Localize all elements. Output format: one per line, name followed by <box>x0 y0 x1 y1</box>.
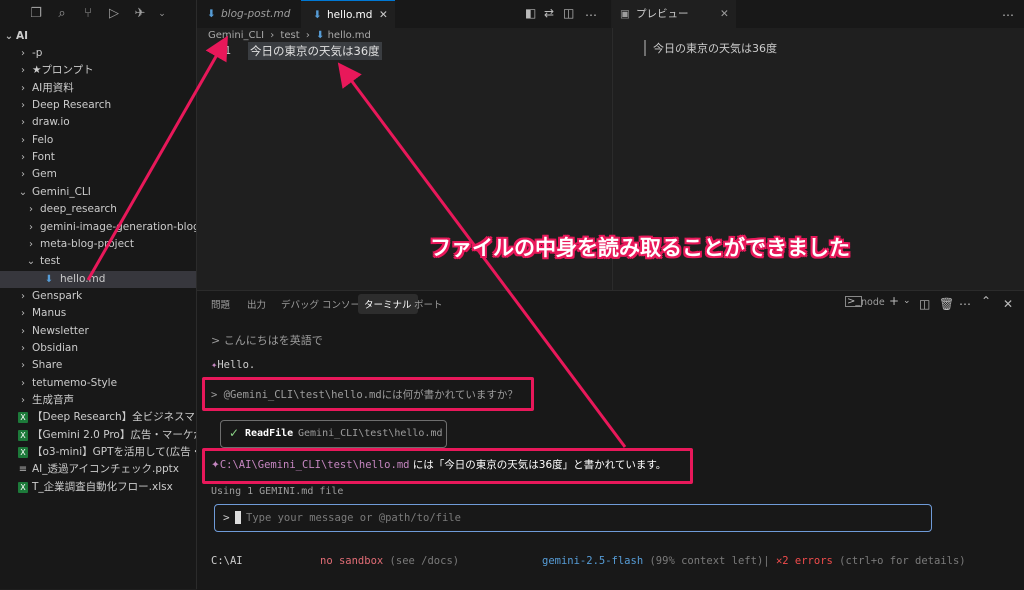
arrow-to-breadcrumb <box>86 35 228 281</box>
annotation-caption: ファイルの中身を読み取ることができました <box>430 236 850 260</box>
annotation-arrows <box>86 35 627 448</box>
